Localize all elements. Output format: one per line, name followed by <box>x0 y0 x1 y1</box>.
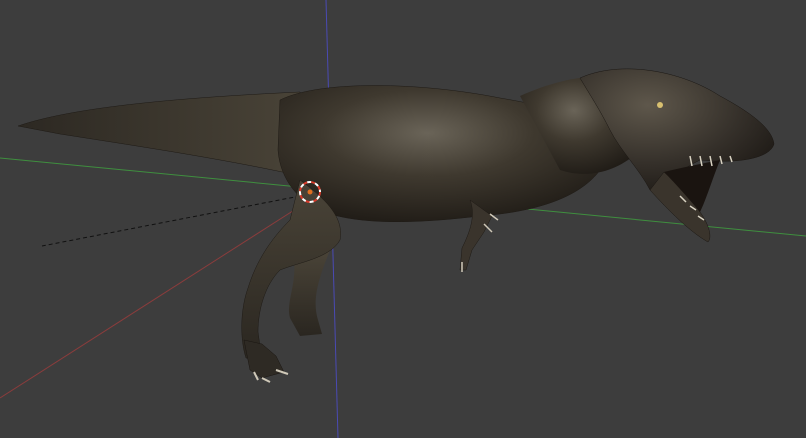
dinosaur-foot <box>243 339 285 379</box>
dinosaur-eye <box>657 102 663 108</box>
dinosaur-front-leg <box>241 179 341 361</box>
dinosaur-tail <box>17 91 311 179</box>
viewport-canvas[interactable] <box>0 0 806 438</box>
3d-viewport[interactable] <box>0 0 806 438</box>
camera-dashed-line <box>41 195 301 247</box>
